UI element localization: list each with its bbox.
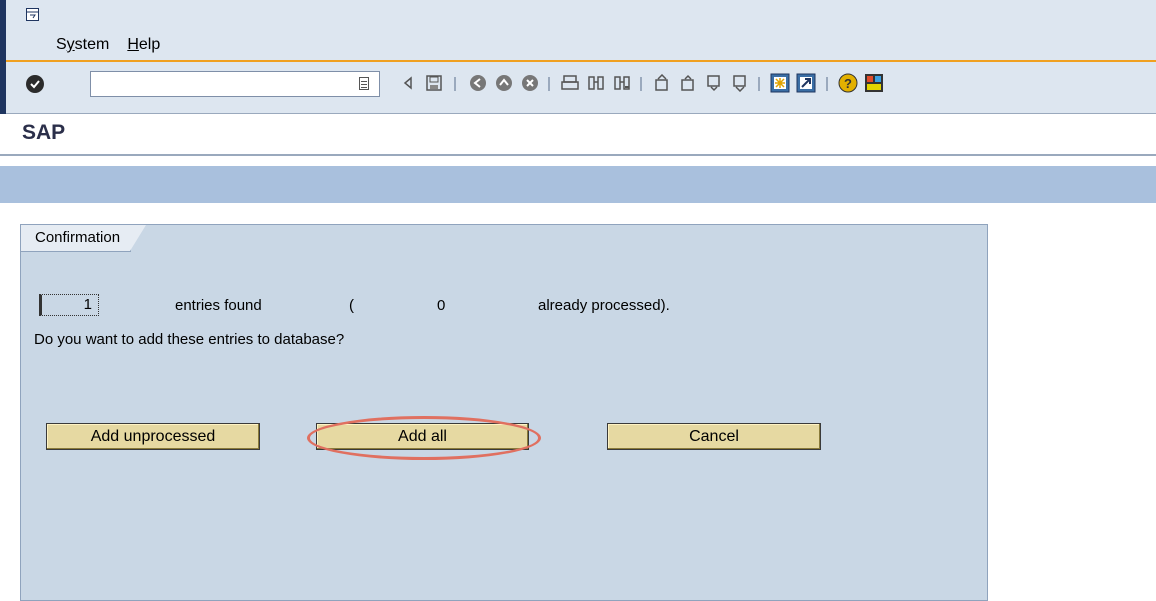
svg-text:?: ? <box>844 76 852 91</box>
menu-help[interactable]: Help <box>127 36 160 54</box>
find-icon[interactable] <box>586 73 606 93</box>
create-session-icon[interactable] <box>770 73 790 93</box>
previous-page-icon[interactable] <box>678 73 698 93</box>
open-paren: ( <box>349 297 354 314</box>
toolbar-separator <box>454 77 456 91</box>
back-icon[interactable] <box>468 73 488 93</box>
standard-toolbar: ? <box>6 62 1156 114</box>
help-icon[interactable]: ? <box>838 73 858 93</box>
title-bar: SAP <box>0 114 1156 156</box>
add-all-button[interactable]: Add all <box>316 423 529 450</box>
last-page-icon[interactable] <box>730 73 750 93</box>
command-field[interactable] <box>90 71 380 97</box>
command-history-icon[interactable] <box>359 77 369 90</box>
back-arrow-icon[interactable] <box>398 73 418 93</box>
exit-icon[interactable] <box>494 73 514 93</box>
confirmation-frame: Confirmation 1 entries found ( 0 already… <box>20 224 988 601</box>
first-page-icon[interactable] <box>652 73 672 93</box>
command-input[interactable] <box>91 72 359 94</box>
save-icon[interactable] <box>424 73 444 93</box>
page-title: SAP <box>22 121 66 144</box>
enter-icon[interactable] <box>26 75 44 93</box>
entries-count-field[interactable]: 1 <box>39 294 99 316</box>
shortcut-icon[interactable] <box>796 73 816 93</box>
toolbar-separator <box>548 77 550 91</box>
layout-menu-icon[interactable] <box>864 73 884 93</box>
cancel-icon[interactable] <box>520 73 540 93</box>
confirmation-tab: Confirmation <box>21 225 147 252</box>
print-icon[interactable] <box>560 73 580 93</box>
already-processed-label: already processed). <box>538 297 670 314</box>
confirmation-question: Do you want to add these entries to data… <box>34 331 345 348</box>
cancel-button[interactable]: Cancel <box>607 423 821 450</box>
toolbar-separator <box>640 77 642 91</box>
system-menu-icon[interactable] <box>26 8 39 21</box>
application-toolbar <box>0 166 1156 203</box>
toolbar-separator <box>758 77 760 91</box>
processed-count: 0 <box>437 297 446 314</box>
toolbar-separator <box>826 77 828 91</box>
add-unprocessed-button[interactable]: Add unprocessed <box>46 423 260 450</box>
find-next-icon[interactable] <box>612 73 632 93</box>
next-page-icon[interactable] <box>704 73 724 93</box>
menu-system[interactable]: System <box>56 36 109 54</box>
entries-found-label: entries found <box>175 297 262 314</box>
menu-bar: System Help <box>6 0 1156 60</box>
